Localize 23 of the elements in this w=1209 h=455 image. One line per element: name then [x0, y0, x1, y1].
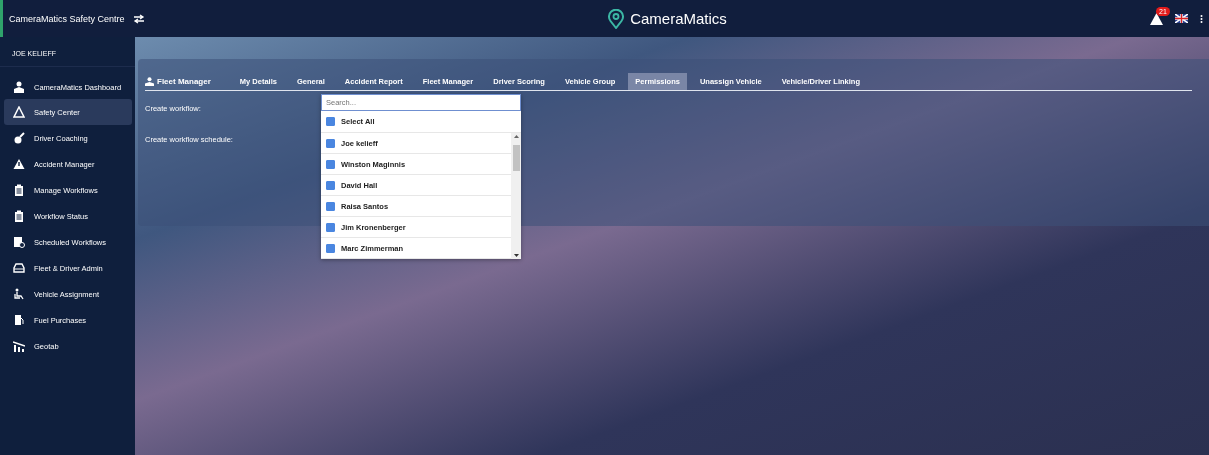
panel-heading: Fleet Manager — [145, 74, 211, 89]
clipboard-icon — [13, 210, 25, 222]
scroll-down-icon[interactable] — [513, 254, 519, 257]
wheelchair-icon — [13, 288, 25, 300]
fuel-pump-icon — [13, 314, 25, 326]
warning-icon — [13, 106, 25, 118]
clipboard-icon — [13, 184, 25, 196]
logo-text: CameraMatics — [630, 10, 727, 27]
car-icon — [13, 262, 25, 274]
swap-icon[interactable] — [133, 13, 145, 24]
person-icon — [13, 81, 25, 93]
flag-icon[interactable] — [1175, 14, 1188, 23]
alert-icon[interactable] — [1150, 12, 1163, 25]
person-icon — [145, 77, 154, 86]
app-title: CameraMatics Safety Centre — [8, 13, 126, 24]
logo-icon — [608, 8, 625, 29]
scrollbar[interactable] — [511, 133, 521, 259]
warning-icon — [13, 158, 25, 170]
whistle-icon — [13, 132, 25, 144]
more-icon[interactable] — [1200, 13, 1203, 24]
calendar-clock-icon — [13, 236, 25, 248]
scrollbar-thumb[interactable] — [512, 145, 520, 171]
scroll-up-icon[interactable] — [513, 135, 519, 138]
